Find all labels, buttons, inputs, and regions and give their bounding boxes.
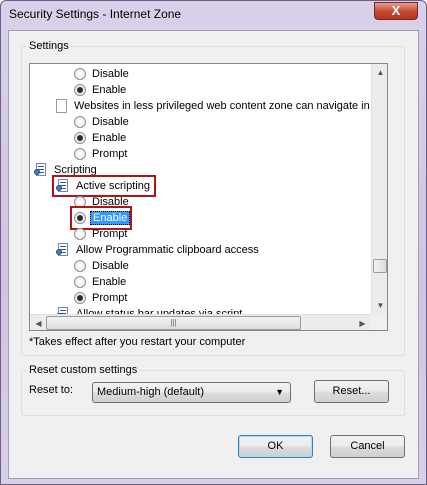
cancel-button[interactable]: Cancel (330, 435, 405, 458)
dialog-body: Settings Disable Enable Websites in less… (8, 30, 419, 479)
radio-button[interactable] (74, 228, 86, 240)
radio-label: Disable (92, 116, 129, 128)
radio-button[interactable] (74, 116, 86, 128)
close-icon: X (391, 3, 401, 18)
restart-note: *Takes effect after you restart your com… (29, 336, 246, 348)
chevron-down-icon: ▼ (275, 387, 284, 397)
reset-to-label: Reset to: (29, 384, 74, 396)
scroll-up-icon[interactable]: ▲ (372, 64, 387, 81)
security-level-dropdown[interactable]: Medium-high (default) ▼ (92, 382, 291, 403)
ok-button[interactable]: OK (238, 435, 313, 458)
radio-label: Prompt (92, 292, 128, 304)
script-settings-icon (56, 243, 70, 257)
radio-button[interactable] (74, 84, 86, 96)
radio-label: Enable (92, 132, 127, 144)
radio-label: Disable (92, 68, 129, 80)
radio-button[interactable] (74, 260, 86, 272)
reset-group-label: Reset custom settings (27, 364, 140, 376)
setting-label: Websites in less privileged web content … (74, 100, 370, 112)
radio-label: Prompt (92, 148, 128, 160)
radio-button[interactable] (74, 148, 86, 160)
settings-group-label: Settings (27, 40, 71, 52)
radio-option[interactable]: Disable (74, 66, 129, 82)
vertical-scroll-thumb[interactable] (373, 259, 387, 273)
radio-button[interactable] (74, 292, 86, 304)
scroll-left-icon[interactable]: ◀ (30, 315, 47, 330)
scroll-right-icon[interactable]: ▶ (354, 315, 371, 330)
radio-label: Enable (92, 276, 127, 288)
radio-label: Disable (92, 260, 129, 272)
vertical-scrollbar[interactable]: ▲ ▼ (371, 64, 387, 314)
setting-item[interactable]: Allow Programmatic clipboard access (56, 242, 259, 258)
title-bar[interactable]: Security Settings - Internet Zone X (1, 1, 426, 29)
radio-option[interactable]: Enable (74, 82, 126, 98)
scroll-down-icon[interactable]: ▼ (372, 297, 387, 314)
setting-item[interactable]: Websites in less privileged web content … (56, 98, 370, 114)
close-button[interactable]: X (374, 2, 418, 20)
scrollbar-corner (371, 314, 387, 330)
window-title: Security Settings - Internet Zone (9, 7, 182, 21)
document-icon (56, 99, 67, 113)
reset-button[interactable]: Reset... (314, 380, 389, 403)
radio-option[interactable]: Prompt (74, 290, 127, 306)
horizontal-scroll-thumb[interactable]: ||| (46, 316, 301, 330)
radio-button[interactable] (74, 276, 86, 288)
radio-option[interactable]: Enable (74, 274, 126, 290)
radio-option[interactable]: Disable (74, 258, 129, 274)
horizontal-scrollbar[interactable]: ◀ ||| ▶ (30, 314, 371, 330)
radio-button[interactable] (74, 132, 86, 144)
setting-label: Allow Programmatic clipboard access (76, 244, 259, 256)
script-settings-icon (34, 163, 48, 177)
radio-option[interactable]: Prompt (74, 146, 127, 162)
dropdown-selected-value: Medium-high (default) (97, 386, 204, 398)
radio-label: Enable (92, 84, 127, 96)
radio-button[interactable] (74, 68, 86, 80)
radio-option[interactable]: Prompt (74, 226, 127, 242)
radio-label: Prompt (92, 228, 128, 240)
radio-option[interactable]: Enable (74, 130, 126, 146)
settings-list[interactable]: Disable Enable Websites in less privileg… (29, 63, 388, 331)
security-settings-window: Security Settings - Internet Zone X Sett… (0, 0, 427, 485)
radio-option[interactable]: Disable (74, 114, 129, 130)
